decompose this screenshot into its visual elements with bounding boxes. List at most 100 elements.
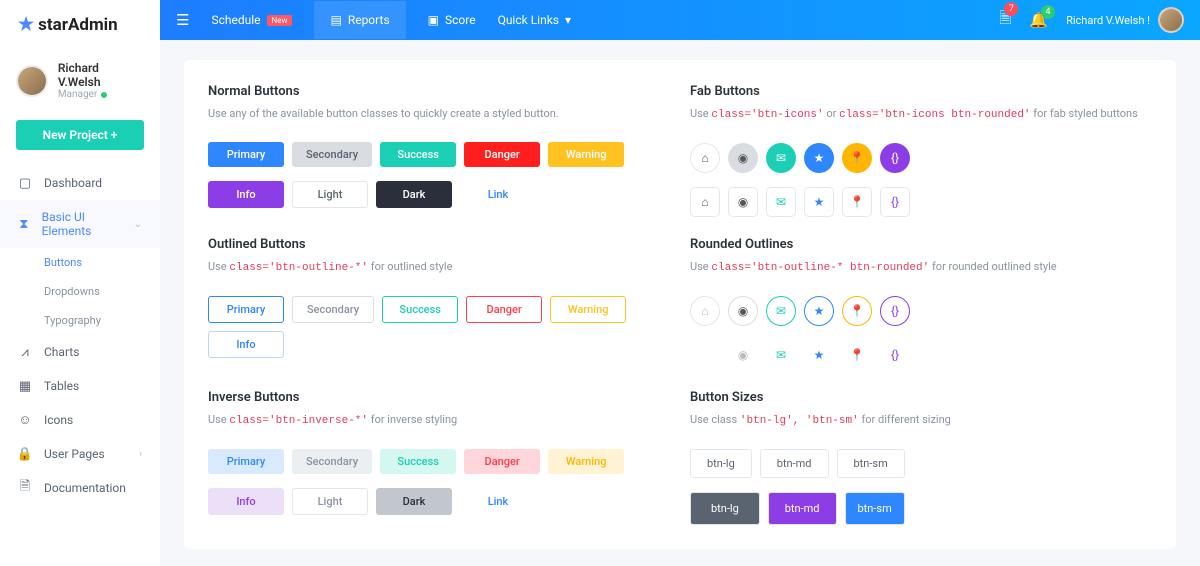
- lock-icon: 🔒: [18, 447, 32, 461]
- file-notif[interactable]: 🗎7: [999, 8, 1011, 33]
- fab-sq-code[interactable]: {}: [880, 187, 910, 217]
- success-button[interactable]: Success: [380, 142, 456, 167]
- fab-home[interactable]: ⌂: [690, 143, 720, 173]
- inv-warning[interactable]: Warning: [548, 449, 624, 474]
- inv-primary[interactable]: Primary: [208, 449, 284, 474]
- section-outlined-buttons: Outlined Buttons Use class='btn-outline-…: [208, 237, 670, 370]
- rfab-g-globe[interactable]: ◉: [728, 340, 758, 370]
- rfab-globe[interactable]: ◉: [728, 296, 758, 326]
- fab-mail[interactable]: ✉: [766, 143, 796, 173]
- rfab-g-pin[interactable]: 📍: [842, 340, 872, 370]
- rfab-mail[interactable]: ✉: [766, 296, 796, 326]
- fab-sq-mail[interactable]: ✉: [766, 187, 796, 217]
- inv-light[interactable]: Light: [292, 488, 368, 515]
- outline-secondary[interactable]: Secondary: [292, 296, 374, 323]
- nav-sub-dropdowns[interactable]: Dropdowns: [0, 277, 160, 306]
- code-icon: {}: [891, 304, 899, 318]
- dark-button[interactable]: Dark: [376, 181, 452, 208]
- size-sm[interactable]: btn-sm: [837, 449, 905, 478]
- code-icon: {}: [891, 151, 899, 165]
- star-icon: ★: [814, 304, 825, 318]
- rfab-code[interactable]: {}: [880, 296, 910, 326]
- inv-link[interactable]: Link: [460, 488, 536, 515]
- inv-dark[interactable]: Dark: [376, 488, 452, 515]
- menu-icon[interactable]: ☰: [176, 11, 189, 29]
- fab-sq-star[interactable]: ★: [804, 187, 834, 217]
- nav-charts[interactable]: ⩘ Charts: [0, 335, 160, 369]
- fab-sq-pin[interactable]: 📍: [842, 187, 872, 217]
- section-title: Fab Buttons: [690, 84, 1152, 99]
- section-rounded-outlines: Rounded Outlines Use class='btn-outline-…: [690, 237, 1152, 370]
- chevron-down-icon: ⌄: [134, 219, 142, 230]
- outline-warning[interactable]: Warning: [550, 296, 626, 323]
- size-md[interactable]: btn-md: [760, 449, 829, 478]
- pin-icon: 📍: [850, 151, 865, 165]
- danger-button[interactable]: Danger: [464, 142, 540, 167]
- chevron-right-icon: ›: [139, 449, 142, 460]
- section-desc: Use class='btn-icons' or class='btn-icon…: [690, 107, 1152, 121]
- fab-pin[interactable]: 📍: [842, 143, 872, 173]
- top-schedule[interactable]: Schedule New: [211, 13, 292, 27]
- new-project-button[interactable]: New Project +: [16, 120, 144, 150]
- fab-sq-home[interactable]: ⌂: [690, 187, 720, 217]
- fab-sq-globe[interactable]: ◉: [728, 187, 758, 217]
- section-desc: Use class 'btn-lg', 'btn-sm' for differe…: [690, 413, 1152, 427]
- nav-user-pages[interactable]: 🔒 User Pages ›: [0, 437, 160, 471]
- size-md-purple[interactable]: btn-md: [768, 492, 837, 525]
- brand-name: starAdmin: [38, 15, 118, 35]
- home-icon: ⌂: [701, 195, 708, 209]
- rfab-g-mail[interactable]: ✉: [766, 340, 796, 370]
- top-score[interactable]: ▣ Score: [428, 13, 476, 27]
- info-button[interactable]: Info: [208, 181, 284, 208]
- inv-success[interactable]: Success: [380, 449, 456, 474]
- link-button[interactable]: Link: [460, 181, 536, 208]
- nav-sub-buttons[interactable]: Buttons: [0, 248, 160, 277]
- section-desc: Use class='btn-inverse-*' for inverse st…: [208, 413, 670, 427]
- nav-sub-typography[interactable]: Typography: [0, 306, 160, 335]
- pin-icon: 📍: [850, 348, 865, 362]
- fab-star[interactable]: ★: [804, 143, 834, 173]
- inv-secondary[interactable]: Secondary: [292, 449, 372, 474]
- bookmark-icon: ▣: [428, 13, 439, 27]
- nav-tables[interactable]: ▦ Tables: [0, 369, 160, 403]
- light-button[interactable]: Light: [292, 181, 368, 208]
- rfab-g-star[interactable]: ★: [804, 340, 834, 370]
- fab-globe[interactable]: ◉: [728, 143, 758, 173]
- topbar-user[interactable]: Richard V.Welsh !: [1066, 7, 1184, 33]
- grid-icon: ▦: [18, 379, 32, 393]
- outline-primary[interactable]: Primary: [208, 296, 284, 323]
- section-title: Rounded Outlines: [690, 237, 1152, 252]
- size-lg-dark[interactable]: btn-lg: [690, 492, 760, 525]
- warning-button[interactable]: Warning: [548, 142, 624, 167]
- top-reports[interactable]: ▤ Reports: [314, 1, 405, 39]
- outline-danger[interactable]: Danger: [466, 296, 542, 323]
- avatar: [1158, 7, 1184, 33]
- section-inverse-buttons: Inverse Buttons Use class='btn-inverse-*…: [208, 390, 670, 525]
- hourglass-icon: ⧗: [18, 217, 30, 231]
- rfab-star[interactable]: ★: [804, 296, 834, 326]
- size-lg[interactable]: btn-lg: [690, 449, 752, 478]
- inv-danger[interactable]: Danger: [464, 449, 540, 474]
- rfab-pin[interactable]: 📍: [842, 296, 872, 326]
- primary-button[interactable]: Primary: [208, 142, 284, 167]
- nav-dashboard[interactable]: ▢ Dashboard: [0, 166, 160, 200]
- nav-icons[interactable]: ☺ Icons: [0, 403, 160, 437]
- rfab-g-code[interactable]: {}: [880, 340, 910, 370]
- code-icon: {}: [891, 195, 899, 209]
- brand-logo[interactable]: ★ starAdmin: [0, 0, 160, 49]
- fab-code[interactable]: {}: [880, 143, 910, 173]
- mail-icon: ✉: [776, 348, 786, 362]
- secondary-button[interactable]: Secondary: [292, 142, 372, 167]
- user-block[interactable]: Richard V.Welsh Manager: [0, 49, 160, 112]
- size-sm-blue[interactable]: btn-sm: [845, 492, 905, 525]
- outline-info[interactable]: Info: [208, 331, 284, 358]
- inv-info[interactable]: Info: [208, 488, 284, 515]
- nav-basic-ui[interactable]: ⧗ Basic UI Elements ⌄: [0, 200, 160, 248]
- star-icon: ★: [814, 195, 825, 209]
- top-quick-links[interactable]: Quick Links ▾: [498, 13, 571, 27]
- rfab-home[interactable]: ⌂: [690, 296, 720, 326]
- outline-success[interactable]: Success: [382, 296, 458, 323]
- nav-docs[interactable]: 🗎 Documentation: [0, 471, 160, 505]
- bell-notif[interactable]: 🔔4: [1029, 11, 1048, 29]
- sidebar: ★ starAdmin Richard V.Welsh Manager New …: [0, 0, 160, 566]
